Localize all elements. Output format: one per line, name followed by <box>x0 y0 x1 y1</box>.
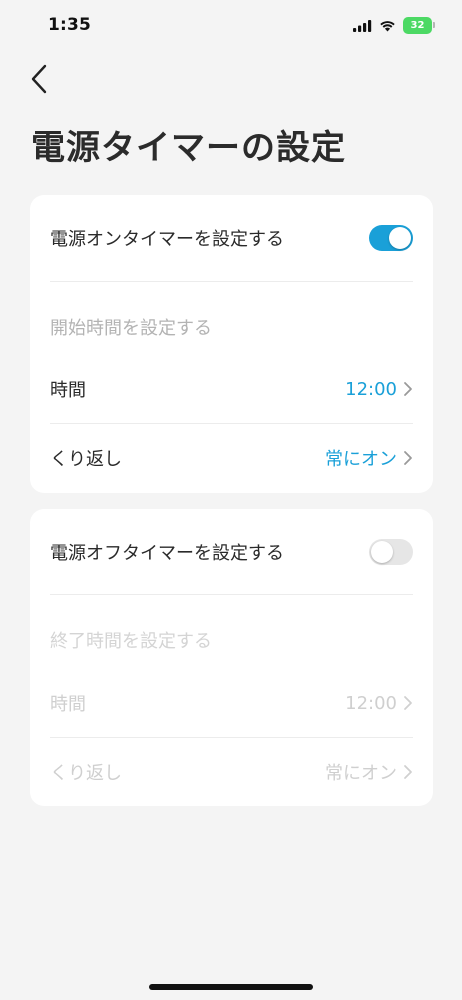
status-time: 1:35 <box>48 15 92 35</box>
off-timer-repeat-label: くり返し <box>50 763 122 784</box>
back-chevron-icon <box>31 64 47 94</box>
power-on-timer-label: 電源オンタイマーを設定する <box>50 229 284 250</box>
toggle-knob <box>389 227 411 249</box>
power-off-timer-card: 電源オフタイマーを設定する 終了時間を設定する 時間 12:00 くり返し 常に… <box>30 509 433 806</box>
chevron-right-icon <box>404 382 412 396</box>
cellular-signal-icon <box>353 19 372 32</box>
off-timer-time-label: 時間 <box>50 694 86 715</box>
on-timer-time-value: 12:00 <box>345 379 413 400</box>
off-timer-repeat-text: 常にオン <box>325 763 397 784</box>
toggle-knob <box>371 541 393 563</box>
on-timer-repeat-text: 常にオン <box>325 449 397 470</box>
status-icons: 32 <box>353 17 435 34</box>
divider <box>50 281 413 282</box>
power-on-timer-row: 電源オンタイマーを設定する <box>50 195 413 281</box>
off-timer-time-row: 時間 12:00 <box>50 669 413 737</box>
power-off-timer-row: 電源オフタイマーを設定する <box>50 509 413 595</box>
on-timer-repeat-value: 常にオン <box>325 445 413 471</box>
page-title: 電源タイマーの設定 <box>31 128 346 168</box>
on-timer-repeat-row[interactable]: くり返し 常にオン <box>50 424 413 492</box>
divider <box>50 594 413 595</box>
battery-icon: 32 <box>403 17 435 34</box>
battery-level: 32 <box>410 20 425 31</box>
chevron-right-icon <box>404 765 412 779</box>
on-timer-time-row[interactable]: 時間 12:00 <box>50 355 413 423</box>
on-timer-time-text: 12:00 <box>345 378 397 400</box>
on-timer-repeat-label: くり返し <box>50 449 122 470</box>
power-on-timer-toggle[interactable] <box>369 225 413 251</box>
wifi-icon <box>380 21 395 32</box>
home-indicator[interactable] <box>149 984 313 990</box>
power-off-timer-toggle[interactable] <box>369 539 413 565</box>
power-off-timer-label: 電源オフタイマーを設定する <box>50 543 284 564</box>
chevron-right-icon <box>404 696 412 710</box>
off-timer-time-text: 12:00 <box>345 692 397 714</box>
off-timer-time-value: 12:00 <box>345 693 413 714</box>
status-bar: 1:35 32 <box>0 0 462 54</box>
start-time-section-label: 開始時間を設定する <box>50 318 212 339</box>
end-time-section-label: 終了時間を設定する <box>50 631 212 652</box>
off-timer-repeat-value: 常にオン <box>325 759 413 785</box>
power-timer-settings-screen: 1:35 32 電源タイマーの設定 電源オンタイマーを設定する 開始時間を設定す… <box>0 0 462 1000</box>
off-timer-repeat-row: くり返し 常にオン <box>50 738 413 806</box>
on-timer-time-label: 時間 <box>50 380 86 401</box>
power-on-timer-card: 電源オンタイマーを設定する 開始時間を設定する 時間 12:00 くり返し 常に… <box>30 195 433 493</box>
chevron-right-icon <box>404 451 412 465</box>
back-button[interactable] <box>24 60 54 98</box>
